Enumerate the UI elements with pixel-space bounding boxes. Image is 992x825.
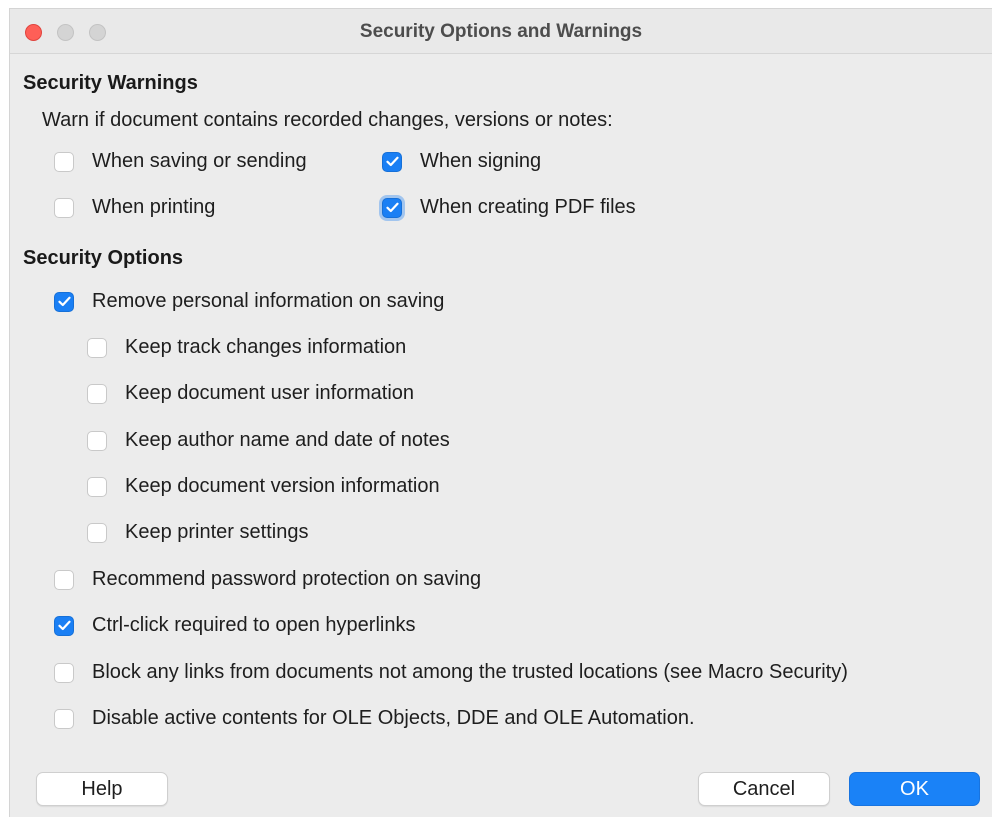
checkbox-box[interactable] xyxy=(382,197,402,218)
warnings-intro-text: Warn if document contains recorded chang… xyxy=(42,109,613,131)
checkbox-box[interactable] xyxy=(54,662,74,683)
checkbox-box[interactable] xyxy=(54,569,74,590)
checkmark-icon xyxy=(385,156,399,167)
keep-document-version-checkbox[interactable]: Keep document version information xyxy=(87,475,440,498)
keep-document-user-information-checkbox[interactable]: Keep document user information xyxy=(87,382,414,405)
checkbox-label: Disable active contents for OLE Objects,… xyxy=(92,707,695,729)
checkbox-label: When creating PDF files xyxy=(420,196,636,218)
checkbox-label: Recommend password protection on saving xyxy=(92,568,482,590)
when-saving-or-sending-checkbox[interactable]: When saving or sending xyxy=(54,150,307,173)
checkbox-label: Keep author name and date of notes xyxy=(125,429,450,451)
checkbox-label: Keep document version information xyxy=(125,475,440,497)
checkbox-label: Ctrl-click required to open hyperlinks xyxy=(92,614,416,636)
security-options-heading: Security Options xyxy=(23,247,184,269)
title-bar: Security Options and Warnings xyxy=(10,9,992,54)
checkbox-box[interactable] xyxy=(54,197,74,218)
window-title: Security Options and Warnings xyxy=(359,21,643,42)
cancel-button[interactable]: Cancel xyxy=(698,772,830,806)
checkbox-label: Keep track changes information xyxy=(125,336,407,358)
disable-active-contents-checkbox[interactable]: Disable active contents for OLE Objects,… xyxy=(54,707,695,730)
help-button[interactable]: Help xyxy=(36,772,168,806)
checkbox-box[interactable] xyxy=(54,615,74,636)
checkbox-label: Keep printer settings xyxy=(125,521,309,543)
checkbox-label: When printing xyxy=(92,196,216,218)
checkbox-box[interactable] xyxy=(54,151,74,172)
checkbox-box[interactable] xyxy=(54,291,74,312)
checkbox-label: When signing xyxy=(420,150,542,172)
when-printing-checkbox[interactable]: When printing xyxy=(54,196,215,219)
checkbox-box[interactable] xyxy=(87,383,107,404)
checkmark-icon xyxy=(385,202,399,213)
checkmark-icon xyxy=(57,296,71,307)
when-creating-pdf-files-checkbox[interactable]: When creating PDF files xyxy=(382,196,636,219)
ok-button[interactable]: OK xyxy=(849,772,980,806)
checkbox-label: Remove personal information on saving xyxy=(92,290,445,312)
block-untrusted-links-checkbox[interactable]: Block any links from documents not among… xyxy=(54,661,848,684)
checkbox-box[interactable] xyxy=(54,708,74,729)
security-options-dialog: Security Options and Warnings Security W… xyxy=(9,8,992,817)
checkbox-label: When saving or sending xyxy=(92,150,307,172)
keep-printer-settings-checkbox[interactable]: Keep printer settings xyxy=(87,521,308,544)
checkmark-icon xyxy=(57,620,71,631)
checkbox-box[interactable] xyxy=(382,151,402,172)
checkbox-box[interactable] xyxy=(87,522,107,543)
keep-author-name-checkbox[interactable]: Keep author name and date of notes xyxy=(87,429,450,452)
when-signing-checkbox[interactable]: When signing xyxy=(382,150,541,173)
checkbox-label: Keep document user information xyxy=(125,382,415,404)
checkbox-box[interactable] xyxy=(87,430,107,451)
security-warnings-heading: Security Warnings xyxy=(23,72,198,94)
recommend-password-protection-checkbox[interactable]: Recommend password protection on saving xyxy=(54,568,481,591)
ctrl-click-hyperlinks-checkbox[interactable]: Ctrl-click required to open hyperlinks xyxy=(54,614,415,637)
keep-track-changes-checkbox[interactable]: Keep track changes information xyxy=(87,336,406,359)
checkbox-box[interactable] xyxy=(87,476,107,497)
checkbox-label: Block any links from documents not among… xyxy=(92,661,848,683)
remove-personal-information-checkbox[interactable]: Remove personal information on saving xyxy=(54,290,444,313)
checkbox-box[interactable] xyxy=(87,337,107,358)
